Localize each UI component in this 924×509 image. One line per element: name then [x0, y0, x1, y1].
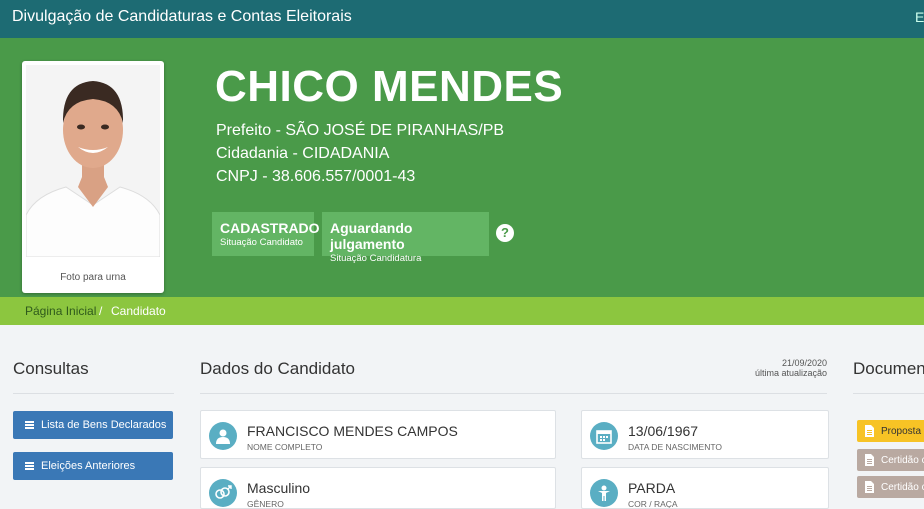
field-card-birth-date: 13/06/1967 DATA DE NASCIMENTO [581, 410, 829, 459]
field-card-gender: Masculino GÊNERO [200, 467, 556, 509]
race-label: COR / RAÇA [628, 499, 678, 509]
candidate-office: Prefeito - SÃO JOSÉ DE PIRANHAS/PB [216, 122, 505, 139]
last-updated: 21/09/2020 última atualização [755, 358, 827, 378]
documentos-title: Documentos [853, 359, 924, 378]
list-icon [25, 421, 34, 429]
eleicoes-anteriores-label: Eleições Anteriores [41, 460, 136, 472]
gender-label: GÊNERO [247, 499, 284, 509]
document-icon [865, 425, 874, 437]
dados-divider [200, 393, 827, 394]
lista-bens-button[interactable]: Lista de Bens Declarados [13, 411, 173, 439]
full-name-label: NOME COMPLETO [247, 442, 323, 452]
user-icon [209, 422, 237, 450]
status-badge-candidacy: Aguardando julgamento Situação Candidatu… [322, 212, 489, 264]
header-link-truncated[interactable]: E [915, 9, 924, 25]
field-card-full-name: FRANCISCO MENDES CAMPOS NOME COMPLETO [200, 410, 556, 459]
race-value: PARDA [628, 480, 676, 496]
candidate-party: Cidadania - CIDADANIA [216, 145, 390, 162]
breadcrumb: Página Inicial / Candidato [0, 297, 924, 325]
status-candidate-label: Situação Candidato [220, 237, 303, 248]
breadcrumb-separator: / [99, 304, 103, 318]
calendar-icon [590, 422, 618, 450]
help-icon[interactable]: ? [496, 224, 514, 242]
last-updated-label: última atualização [754, 368, 827, 378]
full-name-value: FRANCISCO MENDES CAMPOS [247, 423, 458, 439]
status-badge-candidate: CADASTRADO Situação Candidato [212, 212, 320, 256]
doc-proposta-label: Proposta [881, 426, 922, 437]
document-icon [865, 481, 874, 493]
doc-certidao-label-2: Certidão c [881, 482, 924, 493]
breadcrumb-current: Candidato [111, 304, 166, 318]
candidate-cnpj: CNPJ - 38.606.557/0001-43 [216, 168, 416, 185]
doc-certidao-label-1: Certidão c [881, 455, 924, 466]
gender-icon [209, 479, 237, 507]
documentos-divider [853, 393, 924, 394]
eleicoes-anteriores-button[interactable]: Eleições Anteriores [13, 452, 173, 480]
app-title: Divulgação de Candidaturas e Contas Elei… [12, 8, 352, 25]
doc-certidao-button-1[interactable]: Certidão c [857, 449, 924, 471]
doc-certidao-button-2[interactable]: Certidão c [857, 476, 924, 498]
list-icon [25, 462, 34, 470]
status-candidate-value: CADASTRADO [220, 220, 320, 236]
photo-caption: Foto para urna [60, 272, 126, 283]
lista-bens-label: Lista de Bens Declarados [41, 419, 167, 431]
field-card-race: PARDA COR / RAÇA [581, 467, 829, 509]
document-icon [865, 454, 874, 466]
candidate-photo-card: Foto para urna [22, 61, 164, 293]
birth-date-label: DATA DE NASCIMENTO [628, 442, 722, 452]
candidate-photo [26, 65, 160, 257]
person-icon [590, 479, 618, 507]
app-header: Divulgação de Candidaturas e Contas Elei… [0, 0, 924, 38]
consultas-title: Consultas [13, 359, 89, 378]
birth-date-value: 13/06/1967 [628, 423, 699, 439]
consultas-divider [13, 393, 174, 394]
doc-proposta-button[interactable]: Proposta [857, 420, 924, 442]
status-candidacy-label: Situação Candidatura [330, 253, 422, 264]
breadcrumb-home[interactable]: Página Inicial [25, 304, 96, 318]
last-updated-date: 21/09/2020 [781, 358, 827, 368]
status-candidacy-value: Aguardando julgamento [330, 220, 413, 252]
dados-title: Dados do Candidato [200, 359, 356, 378]
gender-value: Masculino [247, 480, 311, 496]
candidate-hero: Foto para urna CHICO MENDES Prefeito - S… [0, 38, 924, 297]
candidate-name: CHICO MENDES [215, 62, 564, 111]
